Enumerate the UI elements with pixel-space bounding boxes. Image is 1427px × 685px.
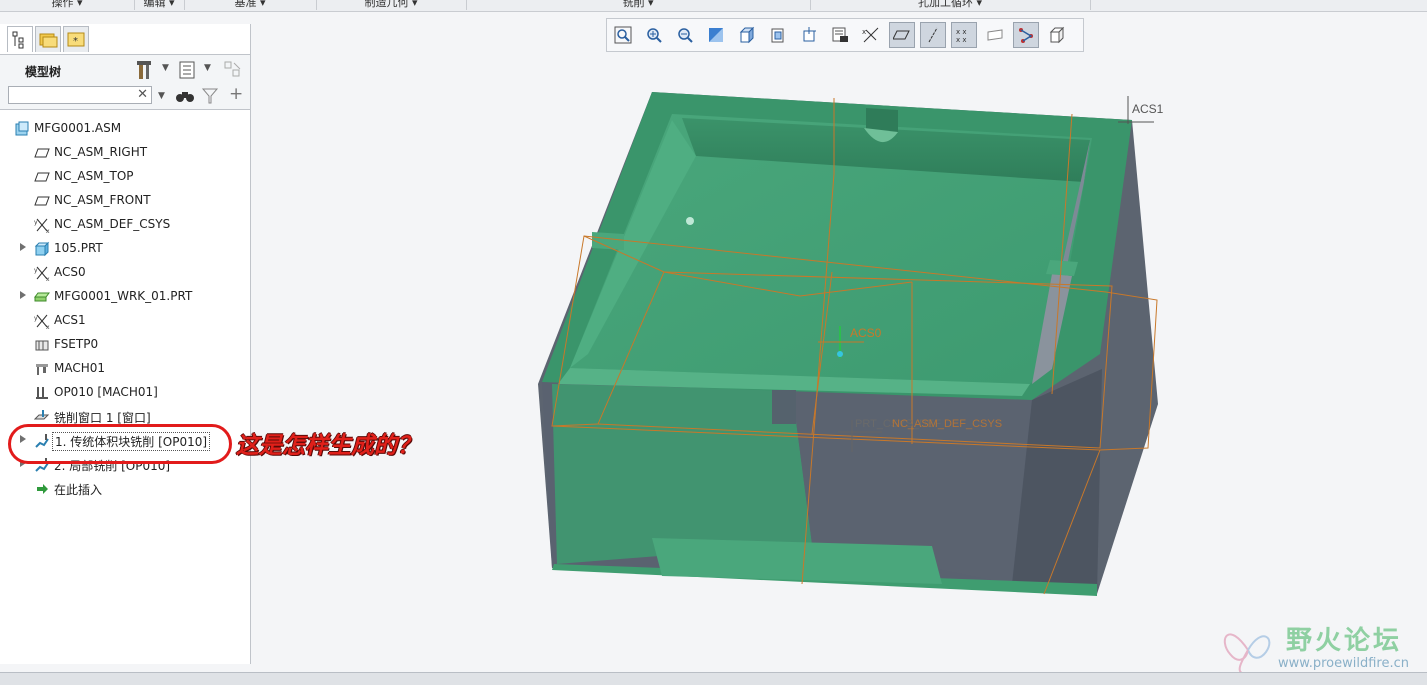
watermark-title: 野火论坛 (1286, 626, 1403, 656)
csys-icon: yx (34, 314, 50, 329)
csys-icon: yx (34, 218, 50, 233)
add-icon[interactable]: + (229, 84, 243, 104)
clear-icon[interactable]: ✕ (137, 87, 148, 102)
model-tree-header: 模型树 ▼ ▼ ✕ ▼ + (0, 54, 250, 110)
butterfly-logo-icon (1223, 633, 1271, 675)
csys-label: NC_ASM_DEF_CSYS (892, 418, 1002, 430)
folder-browser-tab[interactable] (35, 26, 61, 52)
tree-item-nc-asm-right[interactable]: NC_ASM_RIGHT (0, 142, 250, 164)
tree-item-label: ACS1 (54, 313, 86, 327)
tree-item-label: NC_ASM_FRONT (54, 193, 151, 207)
svg-text:x: x (46, 276, 50, 281)
tree-item-105-prt[interactable]: 105.PRT (0, 238, 250, 260)
tree-item-op010[interactable]: OP010 [MACH01] (0, 382, 250, 404)
datum-plane-icon (34, 196, 50, 206)
tree-item-label: 105.PRT (54, 241, 103, 255)
tree-item-label: NC_ASM_TOP (54, 169, 134, 183)
tree-item-mfg0001-wrk-01-prt[interactable]: MFG0001_WRK_01.PRT (0, 286, 250, 308)
chevron-down-icon[interactable]: ▼ (158, 91, 165, 101)
ribbon-label: 编辑 ▾ (143, 0, 175, 9)
datum-plane-icon (34, 172, 50, 182)
part-icon (34, 241, 50, 257)
ribbon-label: 操作 ▾ (51, 0, 83, 9)
settings-tools-icon[interactable] (135, 59, 157, 81)
ribbon-label: 基准 ▾ (234, 0, 266, 9)
tree-item-acs1[interactable]: yx ACS1 (0, 310, 250, 332)
tree-item-insert-here[interactable]: 在此插入 (0, 478, 250, 500)
svg-text:y: y (34, 315, 38, 322)
tree-item-acs0[interactable]: yx ACS0 (0, 262, 250, 284)
csys-label: ACS0 (850, 326, 882, 340)
chevron-down-icon[interactable]: ▼ (162, 63, 169, 73)
mill-window-icon (34, 410, 50, 420)
tree-item-nc-asm-front[interactable]: NC_ASM_FRONT (0, 190, 250, 212)
favorites-icon: * (67, 32, 85, 47)
ribbon-label: 孔加工循环 ▾ (917, 0, 983, 9)
column-settings-icon[interactable] (222, 59, 244, 81)
ribbon-bar: 操作 ▾ 编辑 ▾ 基准 ▾ 制造几何 ▾ 铣削 ▾ 孔加工循环 ▾ (0, 0, 1427, 12)
machine-icon (36, 364, 48, 375)
svg-text:x: x (46, 324, 50, 329)
workpiece-model[interactable] (538, 92, 1158, 596)
tree-icon (12, 31, 24, 49)
ribbon-group-hole-cycles[interactable]: 孔加工循环 ▾ (810, 0, 1091, 10)
ribbon-label: 制造几何 ▾ (364, 0, 418, 9)
fixture-icon (35, 340, 49, 351)
tree-item-nc-asm-top[interactable]: NC_ASM_TOP (0, 166, 250, 188)
tree-item-nc-asm-def-csys[interactable]: yx NC_ASM_DEF_CSYS (0, 214, 250, 236)
tree-item-label: NC_ASM_RIGHT (54, 145, 148, 159)
show-options-icon[interactable] (178, 60, 198, 80)
workpiece-icon (34, 292, 50, 302)
binoculars-icon[interactable] (175, 88, 195, 104)
operation-icon (36, 387, 48, 399)
favorites-tab[interactable]: * (63, 26, 89, 52)
model-tree-tab[interactable] (7, 26, 33, 52)
tree-item-label: 在此插入 (54, 483, 103, 497)
status-bar (0, 672, 1427, 685)
tree-search-input[interactable]: ✕ (8, 86, 152, 104)
highlight-ring (8, 424, 232, 464)
svg-text:*: * (73, 36, 78, 47)
tree-item-mach01[interactable]: MACH01 (0, 358, 250, 380)
svg-text:y: y (34, 267, 38, 274)
ribbon-group-edit[interactable]: 编辑 ▾ (134, 0, 185, 10)
ribbon-group-datum[interactable]: 基准 ▾ (184, 0, 317, 10)
expand-arrow-icon[interactable] (20, 291, 26, 299)
tree-item-label: FSETP0 (54, 337, 99, 351)
csys-icon: yx (34, 266, 50, 281)
ribbon-group-mfg-geometry[interactable]: 制造几何 ▾ (316, 0, 467, 10)
svg-text:y: y (34, 219, 38, 226)
tree-item-label: MFG0001.ASM (34, 121, 122, 135)
expand-arrow-icon[interactable] (20, 243, 26, 251)
model-tree-title: 模型树 (25, 65, 62, 79)
graphics-viewport[interactable]: ACS1 ACS0 PRT_CSYS_DEF NC_ASM_DEF_CSYS (252, 24, 1427, 672)
watermark-url: www.proewildfire.cn (1278, 656, 1409, 671)
datum-plane-icon (34, 148, 50, 158)
tree-item-mfg0001-asm[interactable]: MFG0001.ASM (0, 118, 250, 140)
tree-item-label: MACH01 (54, 361, 106, 375)
search-field[interactable] (9, 87, 133, 103)
csys-label: ACS1 (1132, 102, 1164, 116)
ribbon-group-operations[interactable]: 操作 ▾ (0, 0, 135, 10)
tree-item-label: ACS0 (54, 265, 86, 279)
annotation-text: 这是怎样生成的？ (236, 433, 420, 459)
svg-text:x: x (46, 228, 50, 233)
tree-item-fsetp0[interactable]: FSETP0 (0, 334, 250, 356)
chevron-down-icon[interactable]: ▼ (204, 63, 211, 73)
watermark: 野火论坛 www.proewildfire.cn (1218, 620, 1423, 676)
assembly-icon (15, 121, 29, 136)
tree-item-label: NC_ASM_DEF_CSYS (54, 217, 171, 231)
model-tree-panel: * 模型树 ▼ ▼ ✕ ▼ + MFG0001.ASM NC_ASM_RIGHT… (0, 24, 251, 664)
filter-icon[interactable] (201, 87, 219, 105)
ribbon-label: 铣削 ▾ (622, 0, 654, 9)
insert-here-icon (37, 484, 48, 494)
tree-item-label: OP010 [MACH01] (54, 385, 158, 399)
tree-item-label: MFG0001_WRK_01.PRT (54, 289, 193, 303)
ribbon-group-milling[interactable]: 铣削 ▾ (466, 0, 811, 10)
folder-icon (39, 33, 58, 48)
